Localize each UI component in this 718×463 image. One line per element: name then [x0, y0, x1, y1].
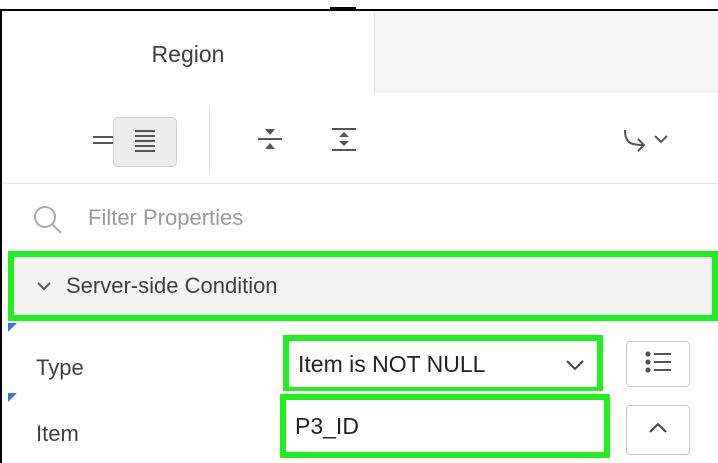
go-to-group-icon	[619, 125, 675, 160]
type-select[interactable]: Item is NOT NULL	[283, 335, 603, 393]
collapse-all-button[interactable]	[238, 117, 302, 167]
filter-properties-input[interactable]	[88, 198, 588, 238]
expand-all-button[interactable]	[312, 117, 376, 167]
toolbar-divider	[209, 107, 210, 173]
show-all-icon	[132, 127, 158, 158]
item-picker-button[interactable]	[626, 405, 690, 455]
show-all-button[interactable]	[113, 117, 177, 167]
property-label-item: Item	[36, 421, 79, 446]
item-input[interactable]: P3_ID	[280, 394, 610, 458]
tab-strip: Region	[2, 11, 718, 97]
collapse-all-icon	[255, 125, 285, 160]
search-icon	[32, 204, 64, 241]
tab-region-label: Region	[151, 40, 225, 67]
property-row-type: Type Item is NOT NULL	[2, 321, 718, 393]
type-select-value: Item is NOT NULL	[298, 350, 486, 377]
go-to-group-button[interactable]	[607, 117, 687, 167]
chevron-down-icon	[565, 359, 585, 377]
property-toolbar	[2, 95, 718, 183]
filter-row	[2, 183, 718, 253]
changed-marker	[8, 323, 17, 332]
list-of-values-button[interactable]	[626, 341, 690, 387]
property-label-type: Type	[36, 355, 84, 380]
chevron-up-icon	[648, 421, 668, 439]
property-editor-panel: Region Filter Properties Server-side Con…	[0, 9, 718, 463]
group-title: Server-side Condition	[66, 273, 278, 298]
group-server-side-condition[interactable]: Server-side Condition	[8, 251, 718, 321]
expand-all-icon	[329, 125, 359, 160]
changed-marker	[8, 393, 17, 402]
list-icon	[643, 350, 673, 379]
chevron-down-icon	[36, 280, 52, 292]
tab-region[interactable]: Region	[2, 11, 375, 97]
top-edge-fragment	[330, 0, 356, 9]
property-row-item: Item P3_ID	[2, 391, 718, 461]
item-input-value: P3_ID	[295, 412, 359, 439]
